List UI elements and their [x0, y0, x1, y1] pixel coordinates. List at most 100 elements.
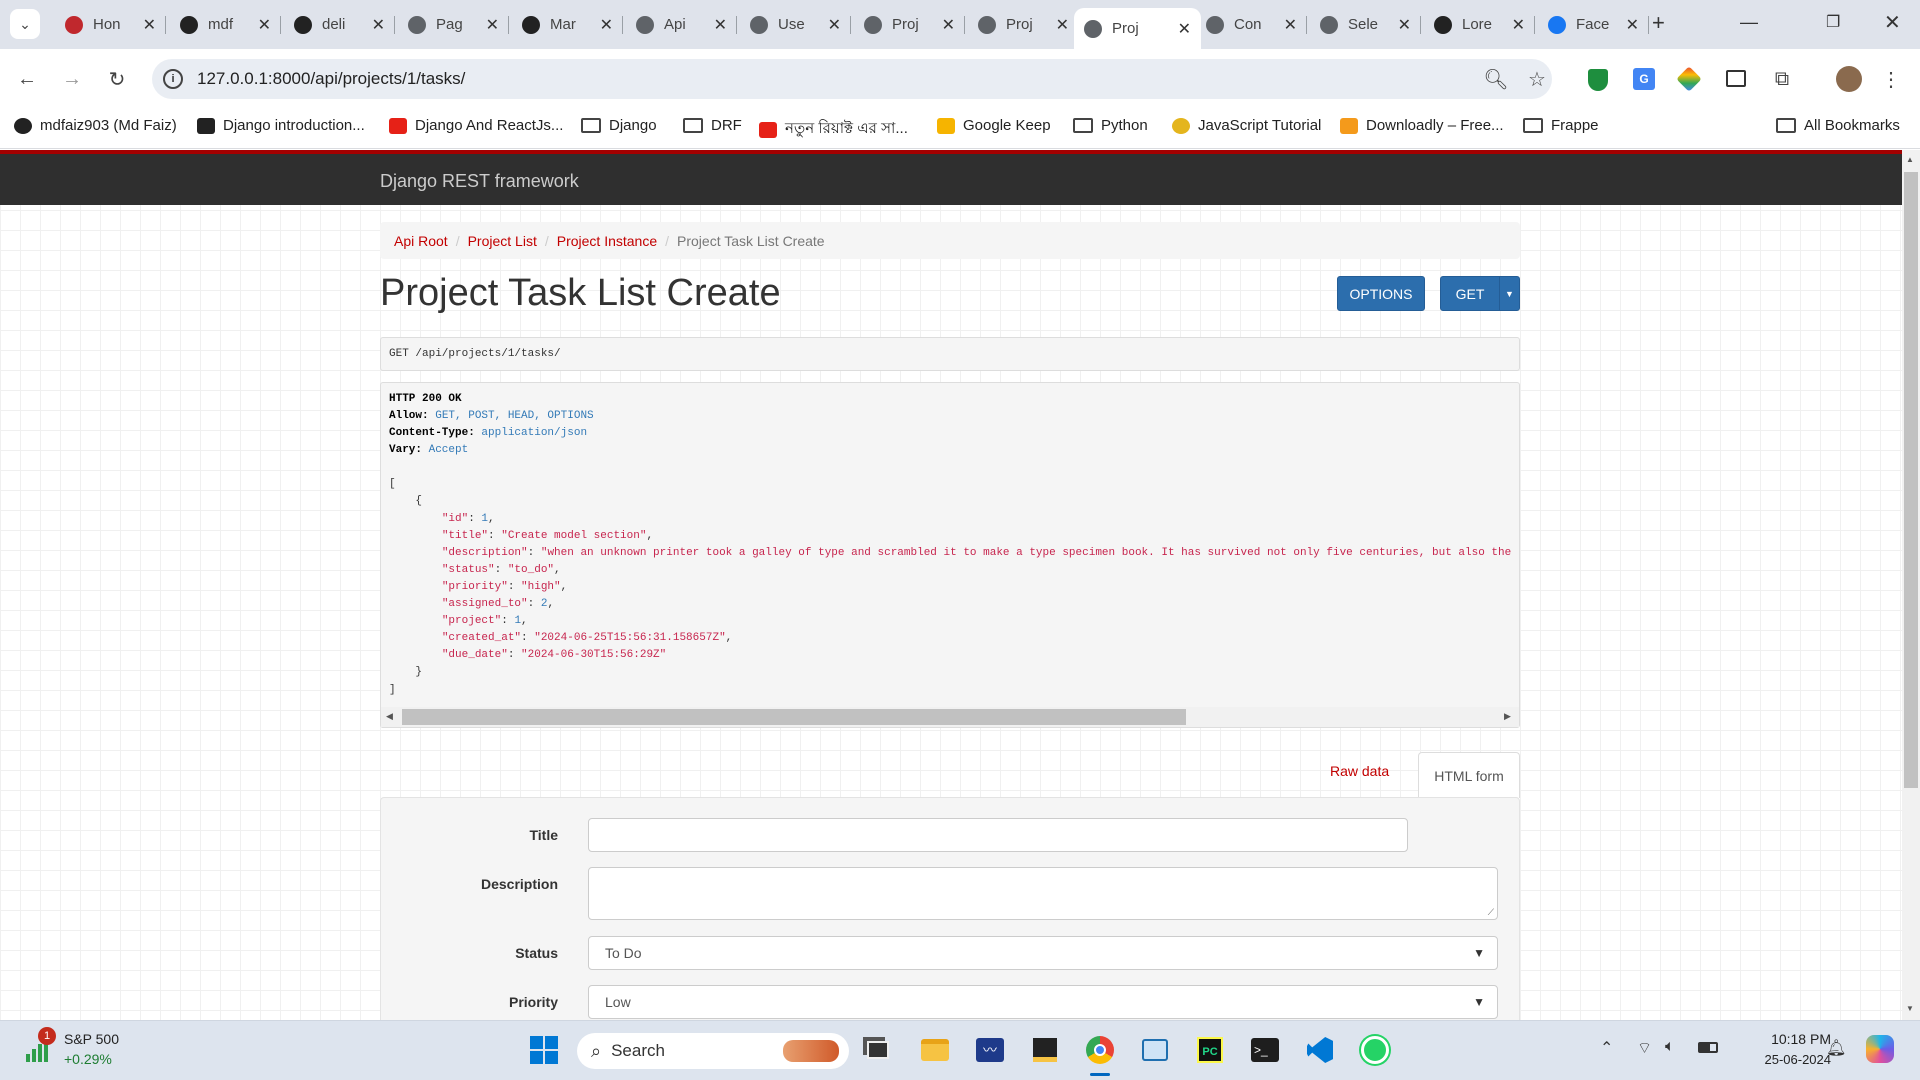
raw-data-tab[interactable]: Raw data: [1330, 763, 1389, 779]
shield-extension-icon[interactable]: [1588, 69, 1608, 91]
browser-tab[interactable]: Mar ✕: [512, 8, 623, 41]
forward-arrow-icon[interactable]: →: [57, 64, 87, 94]
profile-avatar[interactable]: [1836, 66, 1862, 92]
close-tab-icon[interactable]: ✕: [1398, 15, 1411, 35]
scroll-left-arrow-icon[interactable]: ◀: [386, 711, 393, 722]
chevron-up-icon[interactable]: ⌃: [1600, 1038, 1613, 1058]
close-tab-icon[interactable]: ✕: [372, 15, 385, 35]
scroll-right-arrow-icon[interactable]: ▶: [1504, 711, 1511, 722]
browser-tab[interactable]: Hon ✕: [55, 8, 166, 41]
menu-kebab-icon[interactable]: ⋮: [1876, 64, 1906, 94]
bookmark-item[interactable]: Python: [1073, 117, 1148, 134]
clock-time[interactable]: 10:18 PM: [1751, 1031, 1831, 1047]
scroll-up-arrow-icon[interactable]: ▲: [1906, 155, 1914, 164]
volume-icon[interactable]: 🔈︎: [1665, 1038, 1675, 1056]
html-form-tab[interactable]: HTML form: [1418, 752, 1520, 798]
json-key: "created_at": [441, 632, 522, 645]
close-tab-icon[interactable]: ✕: [1056, 15, 1069, 35]
bookmark-item[interactable]: DRF: [683, 117, 742, 134]
translate-extension-icon[interactable]: G: [1633, 68, 1655, 90]
zoom-icon[interactable]: 🔍︎: [1481, 64, 1511, 94]
bookmark-item[interactable]: Django introduction...: [197, 117, 365, 134]
description-textarea[interactable]: ⟋: [588, 867, 1498, 920]
bookmark-item[interactable]: Django: [581, 117, 657, 134]
copilot-icon[interactable]: [1866, 1035, 1894, 1063]
resize-handle-icon[interactable]: ⟋: [1488, 907, 1494, 918]
priority-select[interactable]: Low ▼: [588, 985, 1498, 1019]
browser-tab[interactable]: Proj ✕: [1074, 8, 1201, 49]
restore-icon[interactable]: ❐: [1826, 12, 1840, 32]
horizontal-scroll-thumb[interactable]: [402, 709, 1186, 725]
close-tab-icon[interactable]: ✕: [143, 15, 156, 35]
breadcrumb-project-instance[interactable]: Project Instance: [557, 233, 657, 249]
vscode-icon[interactable]: [1303, 1033, 1337, 1067]
all-bookmarks[interactable]: All Bookmarks: [1776, 117, 1900, 134]
stock-name[interactable]: S&P 500: [64, 1031, 119, 1047]
browser-tab[interactable]: deli ✕: [284, 8, 395, 41]
close-tab-icon[interactable]: ✕: [600, 15, 613, 35]
whatsapp-icon[interactable]: [1358, 1033, 1392, 1067]
title-input[interactable]: [588, 818, 1408, 852]
close-tab-icon[interactable]: ✕: [258, 15, 271, 35]
bookmark-item[interactable]: Frappe: [1523, 117, 1599, 134]
bookmark-item[interactable]: mdfaiz903 (Md Faiz): [14, 117, 177, 134]
chrome-icon[interactable]: [1083, 1033, 1117, 1067]
browser-tab[interactable]: Lore ✕: [1424, 8, 1535, 41]
bookmark-item[interactable]: Downloadly – Free...: [1340, 117, 1504, 134]
close-tab-icon[interactable]: ✕: [486, 15, 499, 35]
close-tab-icon[interactable]: ✕: [828, 15, 841, 35]
notification-bell-icon[interactable]: 🔔︎: [1826, 1038, 1846, 1058]
network-app-icon[interactable]: [1138, 1033, 1172, 1067]
back-arrow-icon[interactable]: ←: [12, 64, 42, 94]
drf-brand[interactable]: Django REST framework: [380, 171, 579, 192]
browser-tab[interactable]: Proj ✕: [968, 8, 1079, 41]
bookmark-item[interactable]: নতুন রিয়াক্ট এর সা...: [759, 117, 908, 142]
breadcrumb-api-root[interactable]: Api Root: [394, 233, 448, 249]
options-button[interactable]: OPTIONS: [1337, 276, 1425, 311]
clock-date[interactable]: 25-06-2024: [1741, 1052, 1832, 1067]
bookmark-item[interactable]: Django And ReactJs...: [389, 117, 563, 134]
browser-tab[interactable]: Use ✕: [740, 8, 851, 41]
new-tab-plus-icon[interactable]: +: [1652, 10, 1665, 36]
scroll-down-arrow-icon[interactable]: ▼: [1906, 1004, 1914, 1013]
taskbar-search[interactable]: ⌕ Search: [577, 1033, 849, 1069]
battery-icon[interactable]: [1698, 1042, 1718, 1053]
close-tab-icon[interactable]: ✕: [942, 15, 955, 35]
browser-tab[interactable]: Sele ✕: [1310, 8, 1421, 41]
tab-search-chevron-icon[interactable]: ⌄: [10, 9, 40, 39]
close-tab-icon[interactable]: ✕: [1512, 15, 1525, 35]
site-info-icon[interactable]: i: [163, 69, 183, 89]
browser-tab[interactable]: mdf ✕: [170, 8, 281, 41]
browser-tab[interactable]: Api ✕: [626, 8, 737, 41]
bookmark-star-icon[interactable]: ☆: [1522, 64, 1552, 94]
close-window-icon[interactable]: ✕: [1884, 10, 1901, 35]
vertical-scroll-thumb[interactable]: [1904, 172, 1918, 788]
browser-tab[interactable]: Con ✕: [1196, 8, 1307, 41]
get-button[interactable]: GET: [1440, 276, 1500, 311]
sticky-notes-icon[interactable]: [1028, 1033, 1062, 1067]
close-tab-icon[interactable]: ✕: [1284, 15, 1297, 35]
task-view-icon[interactable]: [861, 1033, 895, 1067]
extensions-puzzle-icon[interactable]: ⧉: [1767, 64, 1797, 94]
reload-icon[interactable]: ↻: [102, 64, 132, 94]
browser-tab[interactable]: Pag ✕: [398, 8, 509, 41]
bookmark-item[interactable]: Google Keep: [937, 117, 1051, 134]
bookmark-item[interactable]: JavaScript Tutorial: [1172, 117, 1321, 134]
picture-in-picture-icon[interactable]: [1726, 70, 1746, 87]
get-format-dropdown[interactable]: ▼: [1499, 276, 1520, 311]
stock-app-icon[interactable]: 〰: [973, 1033, 1007, 1067]
close-tab-icon[interactable]: ✕: [1178, 19, 1191, 39]
close-tab-icon[interactable]: ✕: [714, 15, 727, 35]
windows-start-icon[interactable]: [527, 1033, 561, 1067]
wifi-icon[interactable]: ⌔: [1637, 1038, 1652, 1058]
close-tab-icon[interactable]: ✕: [1626, 15, 1639, 35]
status-select[interactable]: To Do ▼: [588, 936, 1498, 970]
minimize-icon[interactable]: —: [1740, 12, 1758, 33]
browser-tab[interactable]: Face ✕: [1538, 8, 1649, 41]
terminal-icon[interactable]: >_: [1248, 1033, 1282, 1067]
file-explorer-icon[interactable]: [918, 1033, 952, 1067]
browser-tab[interactable]: Proj ✕: [854, 8, 965, 41]
url-text[interactable]: 127.0.0.1:8000/api/projects/1/tasks/: [197, 69, 465, 89]
breadcrumb-project-list[interactable]: Project List: [468, 233, 537, 249]
pycharm-icon[interactable]: PC: [1193, 1033, 1227, 1067]
